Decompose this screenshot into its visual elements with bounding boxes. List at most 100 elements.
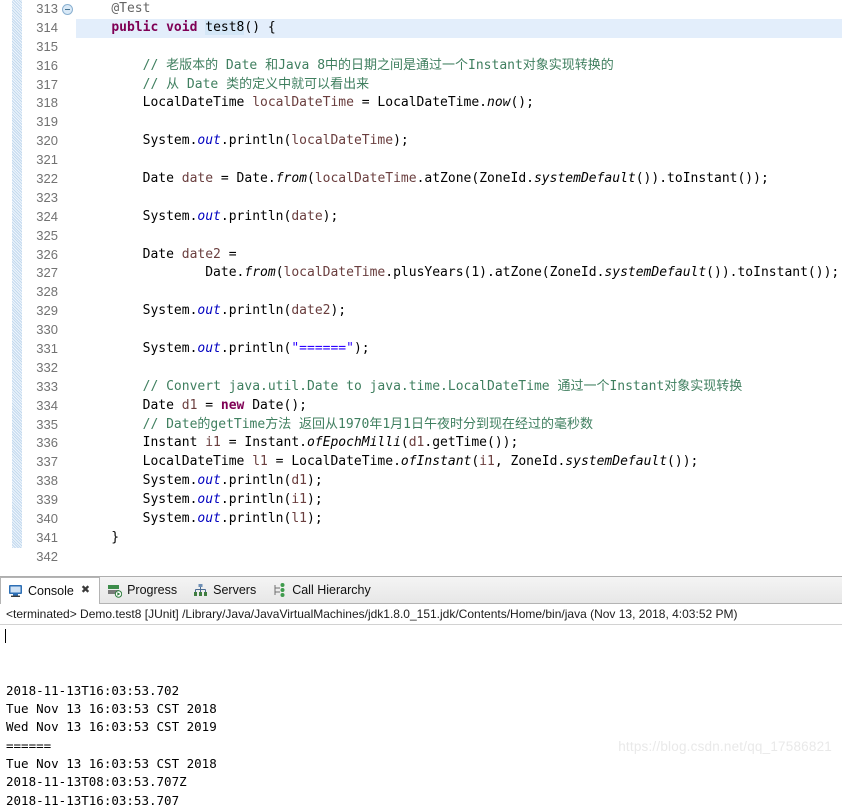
- code-text: System.out.println(i1);: [80, 492, 323, 508]
- code-editor[interactable]: 313 @Test 314 public void test8() {315 31…: [0, 0, 842, 576]
- code-text: LocalDateTime l1 = LocalDateTime.ofInsta…: [80, 454, 699, 470]
- fold-collapse-icon[interactable]: [62, 4, 73, 15]
- console-line: 2018-11-13T16:03:53.702: [6, 682, 180, 698]
- code-text: System.out.println(date);: [80, 208, 339, 224]
- code-text: @Test: [111, 1, 151, 16]
- console-output[interactable]: 2018-11-13T16:03:53.702 Tue Nov 13 16:03:…: [0, 625, 842, 810]
- line-number: 341: [36, 529, 58, 545]
- code-line[interactable]: 326 Date date2 =: [0, 246, 842, 265]
- code-text: Instant i1 = Instant.ofEpochMilli(d1.get…: [80, 435, 519, 451]
- code-text: System.out.println(date2);: [80, 303, 347, 319]
- code-line[interactable]: 330: [0, 321, 842, 340]
- code-line[interactable]: 317 // 从 Date 类的定义中就可以看出来: [0, 76, 842, 95]
- console-line: 2018-11-13T08:03:53.707Z: [6, 774, 187, 790]
- code-line[interactable]: 336 Instant i1 = Instant.ofEpochMilli(d1…: [0, 434, 842, 453]
- view-tab-label: Call Hierarchy: [292, 583, 371, 597]
- line-number: 317: [36, 76, 58, 92]
- line-number: 335: [36, 416, 58, 432]
- code-line[interactable]: 335 // Date的getTime方法 返回从1970年1月1日午夜时分到现…: [0, 416, 842, 435]
- code-line[interactable]: 327 Date.from(localDateTime.plusYears(1)…: [0, 264, 842, 283]
- code-text: }: [80, 529, 120, 545]
- line-number: 324: [36, 208, 58, 224]
- line-number: 320: [36, 133, 58, 149]
- line-number: 339: [36, 492, 58, 508]
- line-number: 326: [36, 246, 58, 262]
- code-text: Date date2 =: [80, 246, 237, 262]
- console-line: Tue Nov 13 16:03:53 CST 2018: [6, 701, 217, 717]
- bottom-panel: Console ✖ Progress Servers Call Hierarchy <t…: [0, 576, 842, 808]
- close-icon[interactable]: ✖: [81, 585, 90, 596]
- code-line[interactable]: 329 System.out.println(date2);: [0, 302, 842, 321]
- code-line[interactable]: 339 System.out.println(i1);: [0, 491, 842, 510]
- console-line: Tue Nov 13 16:03:53 CST 2018: [6, 756, 217, 772]
- view-tab-bar: Console ✖ Progress Servers Call Hierarchy: [0, 577, 842, 604]
- line-number: 321: [36, 152, 58, 168]
- code-line[interactable]: 323: [0, 189, 842, 208]
- code-line[interactable]: 328: [0, 283, 842, 302]
- code-text: System.out.println(localDateTime);: [80, 133, 409, 149]
- view-tab-progress[interactable]: Progress: [100, 577, 186, 603]
- line-number: 323: [36, 189, 58, 205]
- code-text: // Convert java.util.Date to java.time.L…: [142, 378, 743, 394]
- code-line[interactable]: 319: [0, 113, 842, 132]
- line-number: 330: [36, 322, 58, 338]
- line-number: 331: [36, 341, 58, 357]
- servers-icon: [193, 583, 208, 598]
- code-line[interactable]: 331 System.out.println("======");: [0, 340, 842, 359]
- view-tab-call-hierarchy[interactable]: Call Hierarchy: [265, 577, 380, 603]
- console-launch-info: <terminated> Demo.test8 [JUnit] /Library…: [0, 604, 842, 625]
- line-number: 340: [36, 511, 58, 527]
- console-line: Wed Nov 13 16:03:53 CST 2019: [6, 719, 217, 735]
- code-text: Date.from(localDateTime.plusYears(1).atZ…: [80, 265, 840, 281]
- code-line[interactable]: 321: [0, 151, 842, 170]
- code-text: System.out.println(d1);: [80, 473, 323, 489]
- code-line[interactable]: 320 System.out.println(localDateTime);: [0, 132, 842, 151]
- code-line[interactable]: 325: [0, 227, 842, 246]
- call-hierarchy-icon: [272, 582, 287, 598]
- watermark: https://blog.csdn.net/qq_17586821: [618, 739, 832, 754]
- code-line[interactable]: 333 // Convert java.util.Date to java.ti…: [0, 378, 842, 397]
- view-tab-servers[interactable]: Servers: [186, 577, 265, 603]
- code-line[interactable]: 314 public void test8() {: [0, 18, 842, 38]
- line-number: 328: [36, 284, 58, 300]
- code-line[interactable]: 315: [0, 38, 842, 57]
- code-line[interactable]: 334 Date d1 = new Date();: [0, 397, 842, 416]
- line-number: 329: [36, 303, 58, 319]
- line-number: 338: [36, 473, 58, 489]
- code-text: Date d1 = new Date();: [80, 397, 307, 413]
- code-line[interactable]: 318 LocalDateTime localDateTime = LocalD…: [0, 94, 842, 113]
- code-line[interactable]: 340 System.out.println(l1);: [0, 510, 842, 529]
- line-number: 333: [36, 378, 58, 394]
- console-icon: [8, 583, 23, 598]
- code-line[interactable]: 322 Date date = Date.from(localDateTime.…: [0, 170, 842, 189]
- code-line[interactable]: 313 @Test: [0, 0, 842, 19]
- view-tab-console[interactable]: Console ✖: [0, 577, 101, 604]
- code-text: System.out.println(l1);: [80, 511, 323, 527]
- code-line[interactable]: 316 // 老版本的 Date 和Java 8中的日期之间是通过一个Insta…: [0, 57, 842, 76]
- code-line[interactable]: 341 }: [0, 529, 842, 548]
- code-line[interactable]: 338 System.out.println(d1);: [0, 472, 842, 491]
- view-tab-label: Servers: [213, 583, 257, 597]
- progress-icon: [107, 583, 123, 598]
- code-area[interactable]: 313 @Test 314 public void test8() {315 31…: [0, 0, 842, 567]
- code-line[interactable]: 337 LocalDateTime l1 = LocalDateTime.ofI…: [0, 453, 842, 472]
- console-line: 2018-11-13T16:03:53.707: [6, 792, 180, 808]
- code-text: public void test8() {: [76, 18, 842, 38]
- line-number: 319: [36, 114, 58, 130]
- line-number: 325: [36, 227, 58, 243]
- code-line[interactable]: 332: [0, 359, 842, 378]
- code-text: LocalDateTime localDateTime = LocalDateT…: [80, 95, 534, 111]
- line-number: 316: [36, 57, 58, 73]
- line-number: 318: [36, 95, 58, 111]
- code-line[interactable]: 342: [0, 548, 842, 567]
- code-line[interactable]: 324 System.out.println(date);: [0, 208, 842, 227]
- line-number: 332: [36, 359, 58, 375]
